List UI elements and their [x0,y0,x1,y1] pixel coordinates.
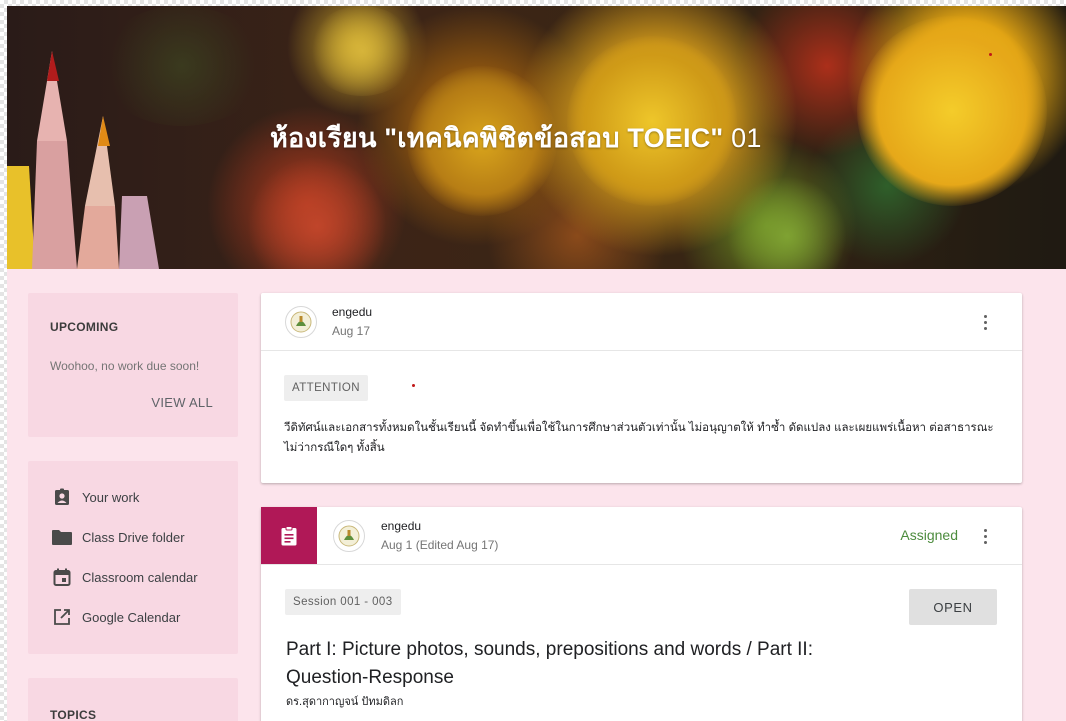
class-drive-folder-link[interactable]: Class Drive folder [52,525,185,549]
colored-pencils-image [7,51,159,269]
avatar [333,520,365,552]
topics-heading: TOPICS [50,708,97,721]
open-in-new-icon [52,607,72,627]
assignment-header: engedu Aug 1 (Edited Aug 17) Assigned [261,507,1022,565]
assignment-icon [261,507,317,564]
decorative-dot [989,53,992,56]
calendar-icon [52,567,72,587]
classroom-page: ห้องเรียน "เทคนิคพิชิตข้อสอบ TOEIC" 01 U… [7,6,1066,721]
bokeh-light [307,6,417,96]
assignment-card: engedu Aug 1 (Edited Aug 17) Assigned Se… [261,507,1022,721]
classroom-calendar-link[interactable]: Classroom calendar [52,565,198,589]
your-work-label: Your work [82,489,140,505]
assignment-ind-icon [52,487,72,507]
view-all-link[interactable]: VIEW ALL [151,395,213,410]
upcoming-card: UPCOMING Woohoo, no work due soon! VIEW … [28,293,238,437]
assignment-title[interactable]: Part I: Picture photos, sounds, preposit… [286,636,886,692]
upcoming-message: Woohoo, no work due soon! [50,359,200,373]
classroom-calendar-label: Classroom calendar [82,569,198,585]
post-date: Aug 1 (Edited Aug 17) [381,538,499,552]
topics-card: TOPICS [28,678,238,721]
bokeh-light [857,16,1047,206]
bokeh-light [247,156,387,269]
upcoming-heading: UPCOMING [50,320,119,334]
announcement-body: วีดิทัศน์และเอกสารทั้งหมดในชั้นเรียนนี้ … [284,422,994,454]
bokeh-light [727,176,847,269]
google-calendar-label: Google Calendar [82,609,181,625]
post-author: engedu [332,305,373,319]
attention-chip: ATTENTION [284,375,368,401]
class-title: ห้องเรียน "เทคนิคพิชิตข้อสอบ TOEIC" 01 [270,116,762,159]
more-options-icon[interactable] [977,310,993,334]
class-drive-folder-label: Class Drive folder [82,529,185,545]
announcement-card: engedu Aug 17 ATTENTION วีดิทัศน์และเอกส… [261,293,1022,483]
google-calendar-link[interactable]: Google Calendar [52,605,180,629]
your-work-link[interactable]: Your work [52,485,139,509]
more-options-icon[interactable] [977,524,993,548]
class-title-section: 01 [723,123,762,153]
avatar [285,306,317,338]
class-links-card: Your work Class Drive folder Classroom c… [28,461,238,654]
open-button[interactable]: OPEN [909,589,997,625]
session-chip: Session 001 - 003 [285,589,401,615]
decorative-dot [412,384,415,387]
assignment-instructor: ดร.สุดากาญจน์ ปัทมดิลก [286,696,404,708]
post-author: engedu [381,519,422,533]
class-title-main: ห้องเรียน "เทคนิคพิชิตข้อสอบ TOEIC" [270,123,724,153]
class-banner: ห้องเรียน "เทคนิคพิชิตข้อสอบ TOEIC" 01 [7,6,1066,269]
assignment-status: Assigned [900,527,958,543]
folder-icon [52,527,72,547]
announcement-header: engedu Aug 17 [261,293,1022,351]
post-date: Aug 17 [332,324,371,338]
